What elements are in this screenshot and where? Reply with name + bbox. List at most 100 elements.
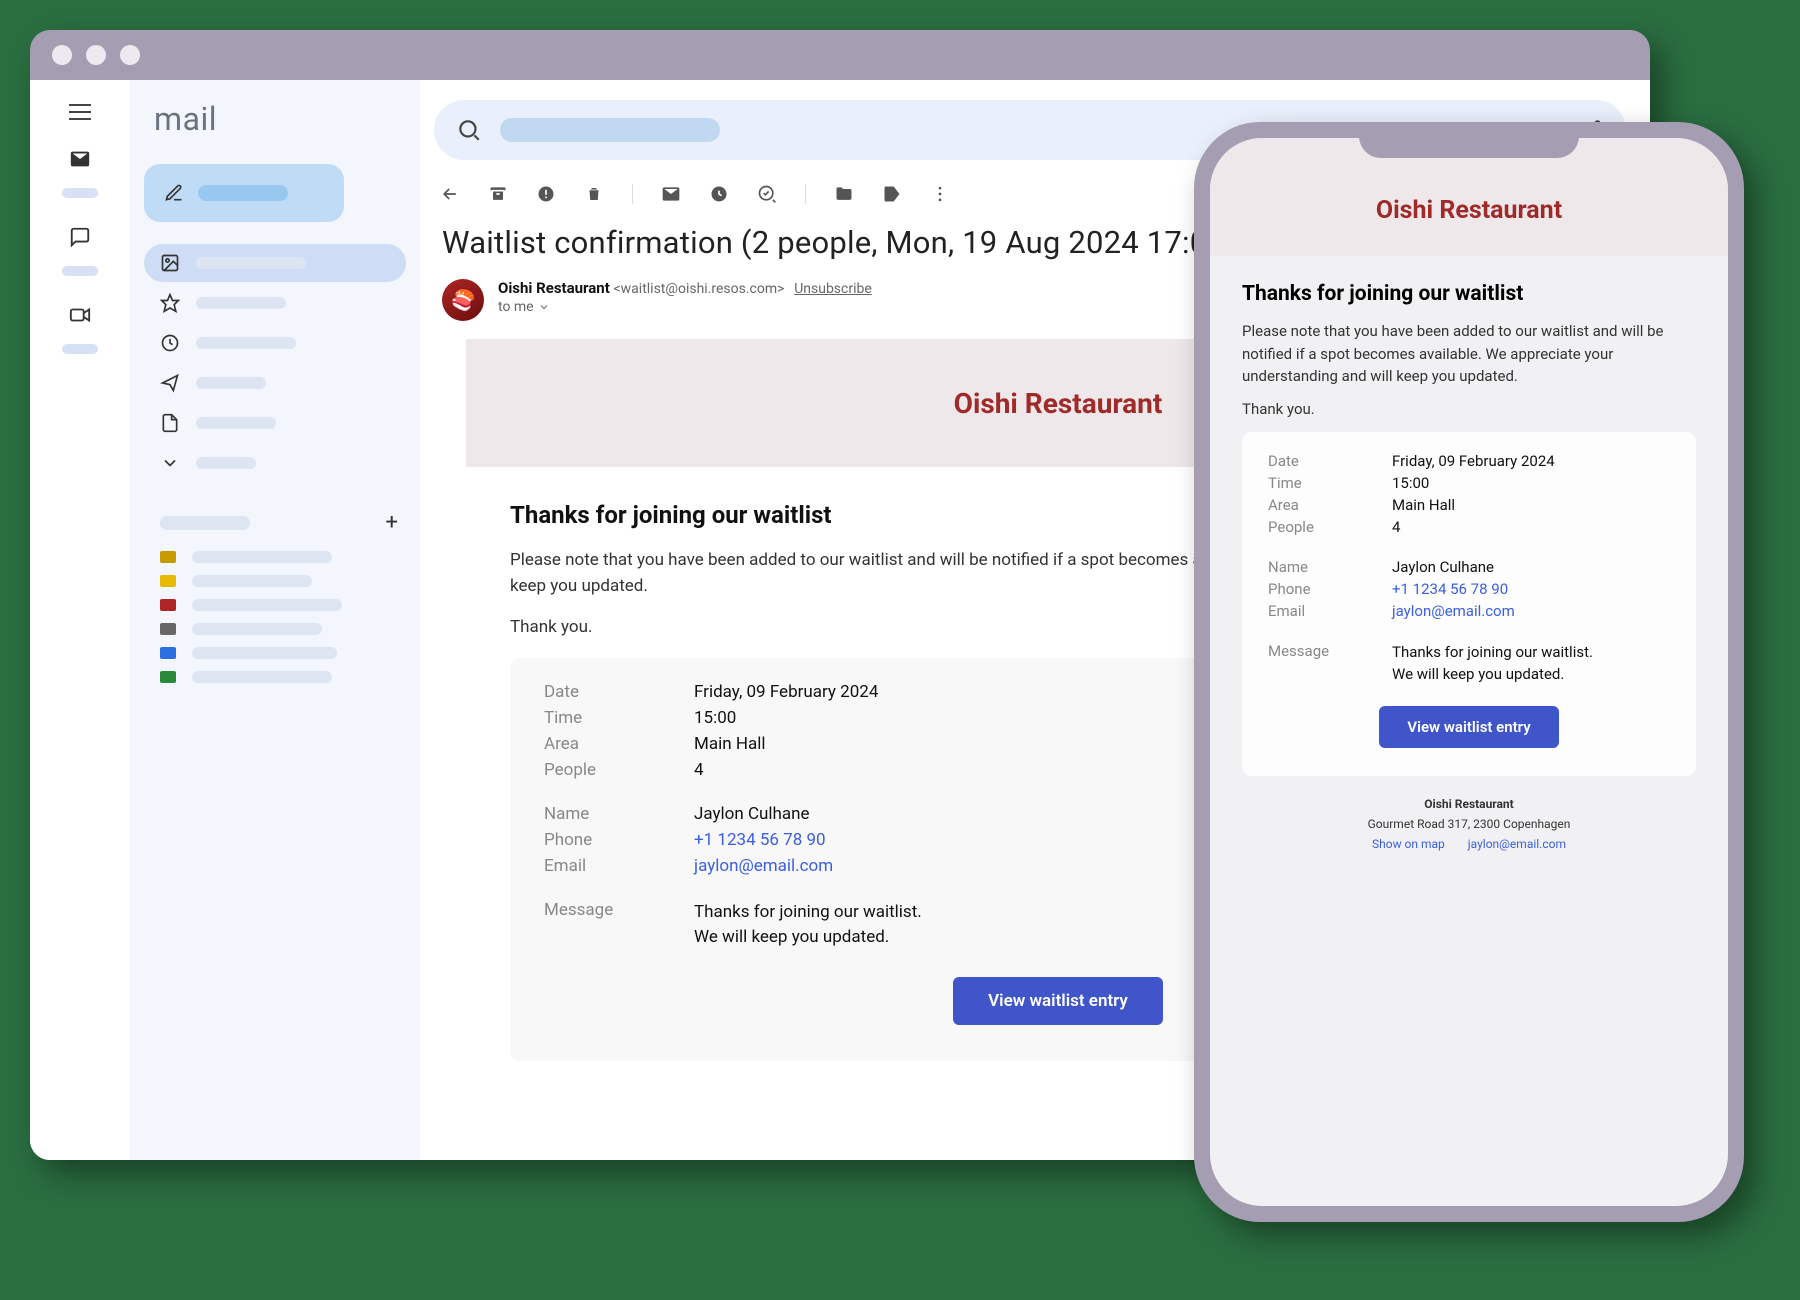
sidebar-item-inbox[interactable] [144,244,406,282]
phone-screen: Oishi Restaurant Thanks for joining our … [1210,138,1728,1206]
value-phone[interactable]: +1 1234 56 78 90 [694,830,826,850]
label-item[interactable] [144,665,406,689]
label-placeholder [192,599,342,611]
compose-button[interactable] [144,164,344,222]
sender-name: Oishi Restaurant [498,279,610,297]
spam-button[interactable] [536,184,556,204]
archive-button[interactable] [488,184,508,204]
search-placeholder [500,118,720,142]
image-icon [160,253,180,273]
phone-mockup: Oishi Restaurant Thanks for joining our … [1194,122,1744,1222]
sidebar-item-snoozed[interactable] [144,324,406,362]
chevron-down-icon[interactable] [538,301,550,313]
value-email[interactable]: jaylon@email.com [1392,602,1515,620]
file-icon [160,413,180,433]
label-email: Email [1268,602,1362,620]
to-me-text: to me [498,299,534,315]
value-people: 4 [694,760,704,780]
move-button[interactable] [834,184,854,204]
label-item[interactable] [144,545,406,569]
footer-email-link[interactable]: jaylon@email.com [1468,837,1566,851]
view-waitlist-button[interactable]: View waitlist entry [953,977,1163,1025]
label-people: People [544,760,654,780]
value-message: Thanks for joining our waitlist.We will … [694,900,922,949]
value-email[interactable]: jaylon@email.com [694,856,833,876]
value-name: Jaylon Culhane [694,804,810,824]
subject-text: Waitlist confirmation (2 people, Mon, 19… [442,224,1236,261]
value-phone[interactable]: +1 1234 56 78 90 [1392,580,1508,598]
add-label-button[interactable]: + [386,510,398,535]
unsubscribe-link[interactable]: Unsubscribe [794,281,872,297]
label-email: Email [544,856,654,876]
label-color-icon [160,623,176,635]
window-close-dot[interactable] [52,45,72,65]
label-color-icon [160,599,176,611]
mail-icon[interactable] [69,148,91,174]
label-people: People [1268,518,1362,536]
pencil-icon [164,183,184,203]
snooze-button[interactable] [709,184,729,204]
rail-placeholder [62,344,98,354]
label-date: Date [544,682,654,702]
rail-placeholder [62,188,98,198]
video-icon[interactable] [69,304,91,330]
window-min-dot[interactable] [86,45,106,65]
label-color-icon [160,647,176,659]
label-item[interactable] [144,593,406,617]
label-color-icon [160,671,176,683]
sidebar-label-placeholder [196,417,276,429]
label-item[interactable] [144,569,406,593]
label-placeholder [192,647,337,659]
footer-address: Gourmet Road 317, 2300 Copenhagen [1242,814,1696,834]
sender-address: <waitlist@oishi.resos.com> [614,281,785,297]
show-on-map-link[interactable]: Show on map [1372,837,1445,851]
sidebar-item-starred[interactable] [144,284,406,322]
app-rail [30,80,130,1160]
chevron-down-icon [160,453,180,473]
sidebar-item-more[interactable] [144,444,406,482]
back-button[interactable] [440,184,460,204]
sidebar-item-sent[interactable] [144,364,406,402]
sender-avatar: 🍣 [442,279,484,321]
details-card: DateFriday, 09 February 2024 Time15:00 A… [1242,432,1696,776]
label-name: Name [1268,558,1362,576]
labels-section-header: + [144,510,406,545]
label-placeholder [192,671,332,683]
value-date: Friday, 09 February 2024 [694,682,878,702]
mark-unread-button[interactable] [661,184,681,204]
value-people: 4 [1392,518,1400,536]
label-phone: Phone [1268,580,1362,598]
email-thankyou: Thank you. [1242,398,1696,421]
task-button[interactable] [757,184,777,204]
value-time: 15:00 [1392,474,1429,492]
value-area: Main Hall [1392,496,1455,514]
labels-header-placeholder [160,516,250,530]
label-placeholder [192,551,332,563]
app-logo: mail [144,100,406,138]
email-paragraph: Please note that you have been added to … [1242,320,1696,388]
search-icon [456,117,482,143]
view-waitlist-button[interactable]: View waitlist entry [1379,706,1559,748]
menu-icon[interactable] [69,104,91,120]
label-date: Date [1268,452,1362,470]
label-button[interactable] [882,184,902,204]
restaurant-name: Oishi Restaurant [954,387,1163,420]
label-area: Area [1268,496,1362,514]
label-item[interactable] [144,617,406,641]
sidebar-item-drafts[interactable] [144,404,406,442]
label-message: Message [1268,642,1362,686]
label-color-icon [160,551,176,563]
send-icon [160,373,180,393]
more-button[interactable] [930,184,950,204]
chat-icon[interactable] [69,226,91,252]
window-max-dot[interactable] [120,45,140,65]
label-item[interactable] [144,641,406,665]
window-titlebar [30,30,1650,80]
label-color-icon [160,575,176,587]
value-name: Jaylon Culhane [1392,558,1494,576]
delete-button[interactable] [584,184,604,204]
label-time: Time [544,708,654,728]
label-area: Area [544,734,654,754]
label-message: Message [544,900,654,949]
sidebar-label-placeholder [196,257,306,269]
